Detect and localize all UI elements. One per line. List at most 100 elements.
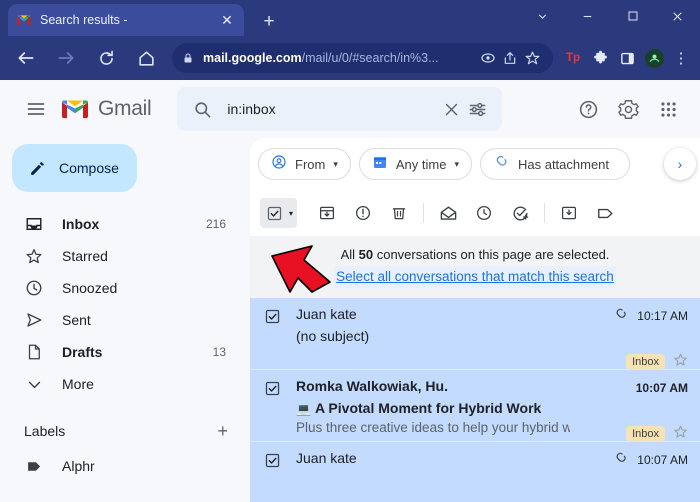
browser-menu-icon[interactable]: ⋮ (668, 44, 694, 72)
search-input[interactable] (227, 101, 439, 117)
sidebar-item-label: Sent (62, 312, 91, 328)
row-meta: 10:17 AM Inbox (570, 306, 688, 371)
chevron-down-icon: ▾ (333, 158, 338, 169)
report-spam-icon[interactable] (345, 195, 381, 231)
lock-icon (182, 52, 194, 64)
row-meta: 10:07 AM Inbox (570, 378, 688, 443)
star-icon[interactable] (673, 352, 688, 371)
archive-icon[interactable] (309, 195, 345, 231)
google-apps-icon[interactable] (648, 89, 688, 129)
labels-header: Labels + (0, 412, 250, 450)
sidebar-item-label: Inbox (62, 216, 100, 232)
search-icon[interactable] (189, 100, 215, 119)
sidebar-item-starred[interactable]: Starred (0, 240, 240, 272)
minimize-button[interactable] (565, 0, 610, 32)
new-tab-button[interactable]: + (258, 12, 280, 31)
back-icon[interactable] (11, 43, 41, 73)
sidebar-item-more[interactable]: More (0, 368, 240, 400)
gmail-header: Gmail (0, 80, 700, 138)
clear-search-icon[interactable] (438, 101, 464, 118)
home-icon[interactable] (131, 43, 161, 73)
add-label-icon[interactable]: + (217, 422, 228, 440)
browser-tab[interactable]: Search results - ✕ (8, 4, 244, 36)
reload-icon[interactable] (91, 43, 121, 73)
attachment-icon (613, 450, 629, 471)
add-to-tasks-icon[interactable] (502, 195, 538, 231)
chip-from[interactable]: From ▾ (258, 148, 351, 180)
sidebar-item-sent[interactable]: Sent (0, 304, 240, 336)
url-path: /mail/u/0/#search/in%3... (301, 51, 439, 65)
row-content: Romka Walkowiak, Hu. 💻 A Pivotal Moment f… (284, 378, 570, 435)
main-menu-icon[interactable] (16, 89, 56, 129)
compose-label: Compose (59, 160, 119, 176)
toolbar-divider (423, 203, 425, 223)
forward-icon[interactable] (51, 43, 81, 73)
chip-has-attachment[interactable]: Has attachment (479, 148, 631, 180)
delete-icon[interactable] (381, 195, 417, 231)
bookmark-star-icon[interactable] (521, 50, 543, 67)
close-window-button[interactable] (655, 0, 700, 32)
sidebar: Compose Inbox 216 Starred Snoozed Sent D… (0, 138, 250, 502)
sidebar-item-snoozed[interactable]: Snoozed (0, 272, 240, 304)
select-all-matching-link[interactable]: Select all conversations that match this… (334, 266, 616, 288)
label-icon (24, 458, 44, 475)
red-arrow-annotation (271, 245, 331, 293)
extensions-puzzle-icon[interactable] (587, 44, 613, 72)
avatar (644, 48, 664, 68)
mail-list-pane: From ▾ Any time ▾ Has attachment › ▾ All… (250, 138, 700, 502)
table-row[interactable]: Romka Walkowiak, Hu. 💻 A Pivotal Moment f… (250, 370, 700, 442)
select-all-control[interactable]: ▾ (260, 198, 298, 228)
sidebar-item-drafts[interactable]: Drafts 13 (0, 336, 240, 368)
move-to-inbox-icon[interactable] (551, 195, 587, 231)
laptop-emoji-icon: 💻 (296, 402, 311, 416)
row-checkbox[interactable] (260, 378, 284, 397)
sidebar-label-alphr[interactable]: Alphr (0, 450, 240, 482)
sidebar-item-label: More (62, 376, 94, 392)
gmail-logo[interactable]: Gmail (60, 97, 152, 121)
row-snippet: Plus three creative ideas to help your h… (296, 420, 570, 435)
search-bar[interactable] (177, 87, 503, 131)
gmail-m-icon (16, 12, 32, 28)
sidebar-item-count: 216 (205, 217, 226, 231)
compose-button[interactable]: Compose (12, 144, 137, 192)
checkbox-checked-icon (267, 206, 282, 220)
search-filter-chips: From ▾ Any time ▾ Has attachment › (250, 138, 700, 190)
search-options-icon[interactable] (464, 100, 490, 119)
row-time: 10:07 AM (637, 453, 688, 467)
tab-search-icon[interactable] (520, 0, 565, 32)
close-icon[interactable]: ✕ (218, 11, 236, 29)
row-checkbox[interactable] (260, 306, 284, 325)
address-bar[interactable]: mail.google.com/mail/u/0/#search/in%3... (172, 43, 553, 73)
share-icon[interactable] (499, 50, 521, 66)
sidebar-item-inbox[interactable]: Inbox 216 (0, 208, 240, 240)
url-text: mail.google.com/mail/u/0/#search/in%3... (203, 51, 477, 65)
maximize-button[interactable] (610, 0, 655, 32)
eye-icon[interactable] (477, 50, 499, 66)
table-row[interactable]: Juan kate 10:07 AM (250, 442, 700, 502)
sidebar-item-label: Drafts (62, 344, 103, 360)
star-icon (24, 247, 44, 265)
row-sender: Romka Walkowiak, Hu. (296, 378, 448, 394)
side-panel-icon[interactable] (614, 44, 640, 72)
mark-as-read-icon[interactable] (430, 195, 466, 231)
profile-avatar[interactable] (641, 44, 667, 72)
help-icon[interactable] (568, 89, 608, 129)
table-row[interactable]: Juan kate (no subject) 10:17 AM Inbox (250, 298, 700, 370)
chip-any-time[interactable]: Any time ▾ (358, 148, 472, 180)
row-label-chip: Inbox (626, 353, 665, 370)
labels-icon[interactable] (587, 195, 623, 231)
chips-next-button[interactable]: › (664, 148, 696, 180)
row-meta: 10:07 AM (570, 450, 688, 470)
select-all-caret[interactable]: ▾ (289, 209, 293, 218)
row-checkbox[interactable] (260, 450, 284, 469)
chevron-down-icon: ▾ (454, 158, 459, 169)
gmail-body: Compose Inbox 216 Starred Snoozed Sent D… (0, 138, 700, 502)
tp-extension-icon[interactable]: Tp (560, 44, 586, 72)
banner-count: 50 (358, 247, 374, 262)
window-controls (520, 0, 700, 32)
calendar-icon (372, 154, 388, 175)
star-icon[interactable] (673, 424, 688, 443)
settings-gear-icon[interactable] (608, 89, 648, 129)
snooze-icon[interactable] (466, 195, 502, 231)
banner-text-after: conversations on this page are selected. (373, 247, 610, 262)
